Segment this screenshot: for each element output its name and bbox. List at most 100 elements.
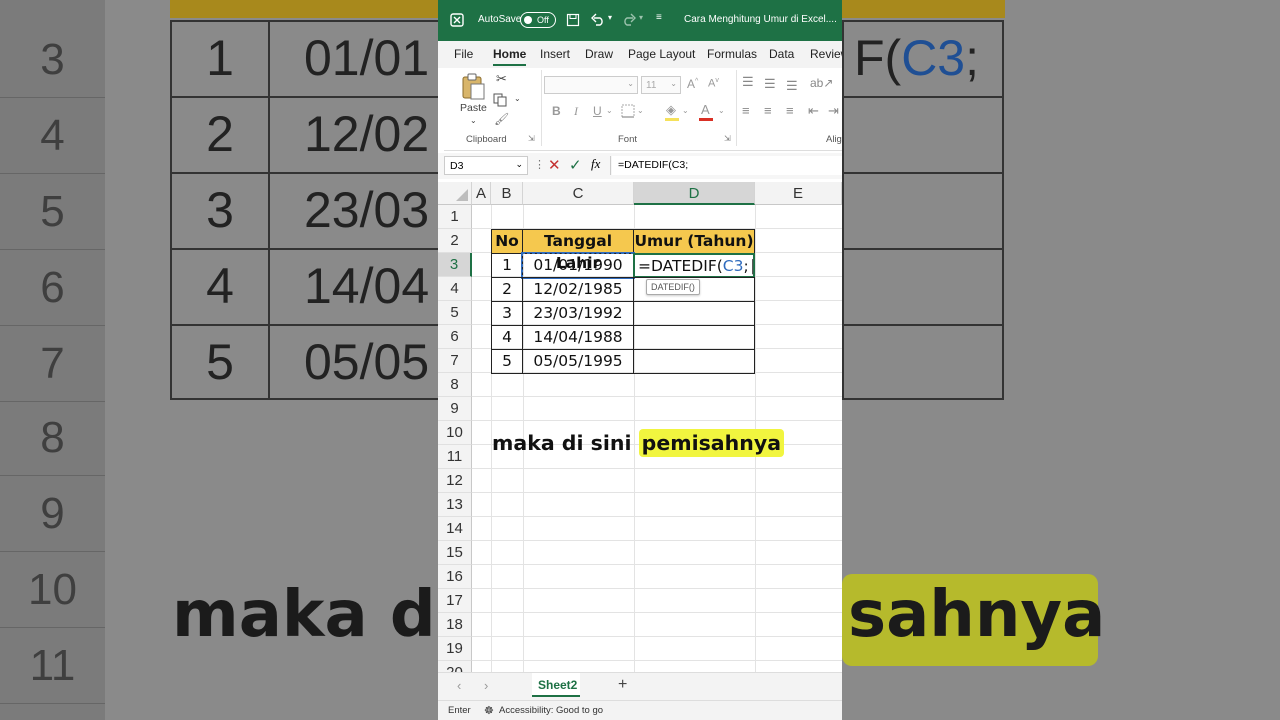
row-header[interactable]: 7 [438, 349, 472, 373]
paste-icon[interactable] [460, 72, 486, 100]
row-header[interactable]: 10 [438, 421, 472, 445]
row-header[interactable]: 16 [438, 565, 472, 589]
cell-umur[interactable] [633, 325, 755, 350]
name-box-dropdown-icon[interactable]: ⌄ [515, 159, 523, 170]
cut-icon[interactable]: ✂ [496, 71, 507, 87]
undo-dropdown-icon[interactable]: ▾ [608, 13, 612, 22]
cell-no[interactable]: 5 [491, 349, 523, 374]
row-header[interactable]: 3 [438, 253, 472, 277]
name-box[interactable]: D3 ⌄ [444, 156, 528, 175]
align-center-icon[interactable]: ≡ [764, 103, 772, 118]
cell-date[interactable]: 12/02/1985 [522, 277, 634, 302]
cell-no[interactable]: 4 [491, 325, 523, 350]
cell-umur[interactable] [633, 301, 755, 326]
row-header[interactable]: 11 [438, 445, 472, 469]
orientation-icon[interactable]: ab↗ [810, 76, 833, 90]
row-header[interactable]: 14 [438, 517, 472, 541]
row-header[interactable]: 18 [438, 613, 472, 637]
tab-file[interactable]: File [454, 47, 473, 61]
tab-data[interactable]: Data [769, 47, 794, 61]
sheet-tab-sheet2[interactable]: Sheet2 [532, 673, 580, 697]
header-no[interactable]: No [491, 229, 523, 254]
align-bottom-icon[interactable]: ☰ [786, 78, 798, 94]
redo-icon[interactable] [621, 12, 637, 26]
function-tooltip[interactable]: DATEDIF() [646, 279, 700, 295]
customize-toolbar-icon[interactable]: ≡ [656, 12, 662, 23]
paste-dropdown-icon[interactable]: ⌄ [470, 116, 477, 125]
font-launcher-icon[interactable]: ⇲ [724, 134, 731, 143]
row-header[interactable]: 17 [438, 589, 472, 613]
borders-dropdown-icon[interactable]: ⌄ [637, 106, 644, 115]
cell-date[interactable]: 23/03/1992 [522, 301, 634, 326]
row-header[interactable]: 6 [438, 325, 472, 349]
worksheet-grid[interactable]: A B C D E 123456789101112131415161718192… [438, 182, 842, 685]
row-header[interactable]: 8 [438, 373, 472, 397]
row-header[interactable]: 1 [438, 205, 472, 229]
row-header[interactable]: 4 [438, 277, 472, 301]
font-size-select[interactable]: 11 ⌄ [641, 76, 681, 94]
cell-date[interactable]: 05/05/1995 [522, 349, 634, 374]
align-right-icon[interactable]: ≡ [786, 103, 794, 118]
align-left-icon[interactable]: ≡ [742, 103, 750, 118]
cell-no[interactable]: 1 [491, 253, 523, 278]
redo-dropdown-icon[interactable]: ▾ [639, 13, 643, 22]
select-all-corner[interactable] [438, 182, 472, 205]
tab-insert[interactable]: Insert [540, 47, 570, 61]
align-middle-icon[interactable]: ☰ [764, 76, 776, 92]
header-tanggal-lahir[interactable]: Tanggal Lahir [522, 229, 634, 272]
cell-no[interactable]: 3 [491, 301, 523, 326]
column-header-a[interactable]: A [472, 182, 491, 205]
cancel-entry-icon[interactable]: ✕ [548, 156, 561, 174]
font-name-select[interactable]: ⌄ [544, 76, 638, 94]
underline-icon[interactable]: U [593, 104, 602, 118]
font-color-icon[interactable]: A [701, 102, 710, 117]
row-header[interactable]: 5 [438, 301, 472, 325]
header-umur[interactable]: Umur (Tahun) [633, 229, 755, 254]
cell-d3-editing[interactable]: =DATEDIF(C3;∣ [633, 253, 756, 278]
font-color-dropdown-icon[interactable]: ⌄ [718, 106, 725, 115]
autosave-toggle[interactable]: Off [520, 12, 556, 28]
format-painter-icon[interactable]: 🖌 [494, 112, 509, 126]
row-header[interactable]: 2 [438, 229, 472, 253]
tab-draw[interactable]: Draw [585, 47, 613, 61]
accessibility-status[interactable]: Accessibility: Good to go [499, 705, 603, 716]
decrease-indent-icon[interactable]: ⇤ [808, 103, 819, 119]
underline-dropdown-icon[interactable]: ⌄ [606, 106, 613, 115]
insert-function-icon[interactable]: fx [591, 156, 600, 172]
row-header[interactable]: 15 [438, 541, 472, 565]
column-header-e[interactable]: E [755, 182, 842, 205]
tab-review[interactable]: Review [810, 47, 842, 61]
copy-dropdown-icon[interactable]: ⌄ [514, 94, 521, 103]
formula-input[interactable]: =DATEDIF(C3; [612, 156, 842, 175]
align-top-icon[interactable]: ☰ [742, 74, 754, 90]
column-header-b[interactable]: B [491, 182, 523, 205]
save-icon[interactable] [566, 13, 580, 27]
paste-label[interactable]: Paste [460, 102, 487, 114]
fill-color-icon[interactable]: ◈ [666, 102, 676, 118]
next-sheet-icon[interactable]: › [484, 678, 488, 693]
add-sheet-icon[interactable]: + [618, 676, 627, 694]
fill-dropdown-icon[interactable]: ⌄ [682, 106, 689, 115]
accessibility-icon[interactable]: ☸ [484, 704, 494, 717]
confirm-entry-icon[interactable]: ✓ [569, 156, 582, 174]
copy-icon[interactable] [493, 93, 509, 107]
prev-sheet-icon[interactable]: ‹ [457, 678, 461, 693]
tab-home[interactable]: Home [493, 47, 527, 66]
bold-icon[interactable]: B [552, 104, 561, 118]
clipboard-launcher-icon[interactable]: ⇲ [528, 134, 535, 143]
cell-umur[interactable] [633, 349, 755, 374]
tab-formulas[interactable]: Formulas [707, 47, 757, 61]
increase-indent-icon[interactable]: ⇥ [828, 103, 839, 119]
row-header[interactable]: 13 [438, 493, 472, 517]
italic-icon[interactable]: I [574, 104, 578, 119]
undo-icon[interactable] [590, 12, 606, 26]
cell-date[interactable]: 14/04/1988 [522, 325, 634, 350]
row-header[interactable]: 12 [438, 469, 472, 493]
cell-date-referenced[interactable]: 01/01/1990 [521, 252, 635, 279]
row-header[interactable]: 9 [438, 397, 472, 421]
tab-page-layout[interactable]: Page Layout [628, 47, 695, 61]
shrink-font-icon[interactable]: Av [708, 77, 719, 90]
cell-no[interactable]: 2 [491, 277, 523, 302]
row-header[interactable]: 19 [438, 637, 472, 661]
column-header-c[interactable]: C [523, 182, 634, 205]
